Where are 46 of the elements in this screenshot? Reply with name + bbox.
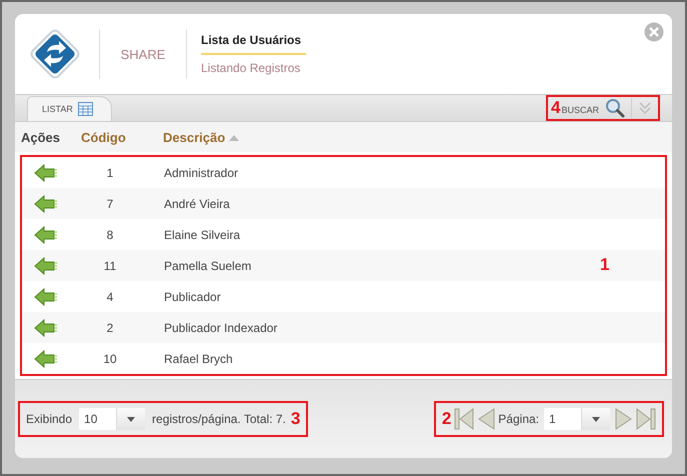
search-link[interactable]: BUSCAR <box>561 105 599 115</box>
table-cell-text: 8 <box>106 228 114 242</box>
brand-name: SHARE <box>120 46 166 62</box>
page-size-label: Exibindo <box>26 412 72 426</box>
column-header[interactable]: Código <box>81 130 149 144</box>
column-header[interactable]: Descrição <box>163 130 240 144</box>
next-page-icon[interactable] <box>615 408 633 430</box>
table-cell-text: 7 <box>106 196 114 210</box>
previous-page-icon[interactable] <box>477 408 496 430</box>
table-cell-text: 10 <box>102 352 118 366</box>
arrow-left-icon[interactable] <box>34 318 58 336</box>
table-cell-text: 4 <box>106 290 114 304</box>
table-cell: Publicador <box>164 290 221 304</box>
caret-icon <box>127 416 136 422</box>
arrow-left-icon[interactable] <box>34 226 58 244</box>
page-subtitle: Listando Registros <box>201 61 302 75</box>
table-cell: Administrador <box>164 166 238 180</box>
table-cell: Publicador Indexador <box>164 320 278 334</box>
column-header: Ações <box>21 130 62 144</box>
arrow-left-icon[interactable] <box>34 164 58 182</box>
search-icon[interactable] <box>605 98 625 118</box>
table-cell: Pamella Suelem <box>164 258 252 272</box>
page-title: Lista de Usuários <box>201 33 306 55</box>
annotation-number: 1 <box>600 255 610 275</box>
last-page-icon[interactable] <box>636 408 656 430</box>
page-size-select[interactable]: 10 <box>79 408 146 430</box>
annotation-number: 4 <box>551 98 560 118</box>
page-label: Página: <box>498 412 539 426</box>
arrow-left-icon[interactable] <box>34 194 58 212</box>
arrow-left-icon[interactable] <box>34 256 58 274</box>
arrow-left-icon[interactable] <box>34 288 58 306</box>
arrow-left-icon[interactable] <box>34 350 58 368</box>
caret-icon <box>592 416 600 422</box>
table-cell-text: 1 <box>106 166 114 180</box>
annotation-number: 3 <box>290 409 300 429</box>
table-cell: Elaine Silveira <box>164 228 240 242</box>
total-label: registros/página. Total: 7. <box>152 412 286 426</box>
table-cell: Rafael Brych <box>164 352 233 366</box>
page-select[interactable]: 1 <box>544 408 610 430</box>
annotation-number: 2 <box>442 409 452 429</box>
list-tab[interactable]: LISTAR <box>27 96 112 121</box>
table-cell: André Vieira <box>164 196 230 210</box>
table-cell-text: 2 <box>106 320 114 334</box>
first-page-icon[interactable] <box>454 408 474 430</box>
table-icon <box>78 102 93 116</box>
table-cell-text: 11 <box>102 258 118 272</box>
